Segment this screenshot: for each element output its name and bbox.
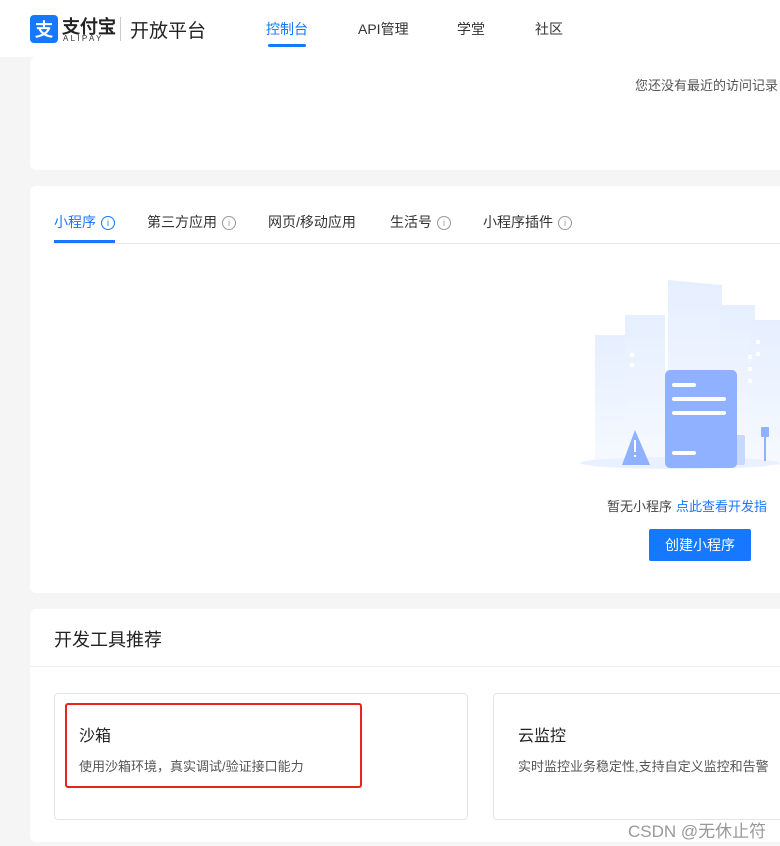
nav-academy[interactable]: 学堂	[457, 19, 485, 39]
info-icon[interactable]: i	[101, 216, 115, 230]
recent-visits-card	[30, 57, 780, 170]
tab-life-account[interactable]: 生活号 i	[390, 212, 451, 232]
tab-label: 第三方应用	[147, 214, 217, 230]
empty-state-illustration	[580, 280, 780, 469]
tool-name-cloud-monitor[interactable]: 云监控	[518, 722, 566, 746]
tab-label: 小程序插件	[483, 214, 553, 230]
create-mini-program-button[interactable]: 创建小程序	[649, 529, 751, 561]
nav-community[interactable]: 社区	[535, 19, 563, 39]
svg-text:支: 支	[34, 19, 54, 41]
highlight-annotation-box	[65, 703, 362, 788]
tab-web-mobile-app[interactable]: 网页/移动应用	[268, 212, 356, 232]
tool-desc-cloud-monitor: 实时监控业务稳定性,支持自定义监控和告警	[518, 759, 769, 774]
tab-label: 小程序	[54, 214, 96, 230]
tab-label: 生活号	[390, 214, 432, 230]
platform-title: 开放平台	[130, 21, 207, 42]
tab-mini-program[interactable]: 小程序 i	[54, 212, 115, 232]
nav-api-management[interactable]: API管理	[358, 19, 409, 39]
tab-third-party-app[interactable]: 第三方应用 i	[147, 212, 236, 232]
tab-label: 网页/移动应用	[268, 214, 356, 230]
alipay-logo-icon[interactable]: 支	[30, 15, 58, 43]
empty-message-text: 暂无小程序	[607, 499, 673, 514]
dev-tools-title: 开发工具推荐	[54, 630, 162, 650]
dev-tools-divider	[30, 666, 780, 667]
top-navbar: 支 支付宝 ALIPAY 开放平台 控制台 API管理 学堂 社区	[0, 0, 780, 57]
logo-subtext: ALIPAY	[63, 34, 104, 43]
tabs-divider	[54, 243, 780, 244]
logo-divider	[120, 17, 121, 41]
dev-guide-link[interactable]: 点此查看开发指	[676, 499, 767, 514]
info-icon[interactable]: i	[558, 216, 572, 230]
watermark-text: CSDN @无休止符	[628, 822, 767, 841]
nav-active-indicator	[268, 44, 306, 47]
recent-empty-text: 您还没有最近的访问记录	[634, 78, 778, 93]
info-icon[interactable]: i	[222, 216, 236, 230]
empty-state-message: 暂无小程序 点此查看开发指	[607, 496, 767, 515]
nav-console[interactable]: 控制台	[266, 19, 308, 39]
tab-mini-program-plugin[interactable]: 小程序插件 i	[483, 212, 572, 232]
info-icon[interactable]: i	[437, 216, 451, 230]
